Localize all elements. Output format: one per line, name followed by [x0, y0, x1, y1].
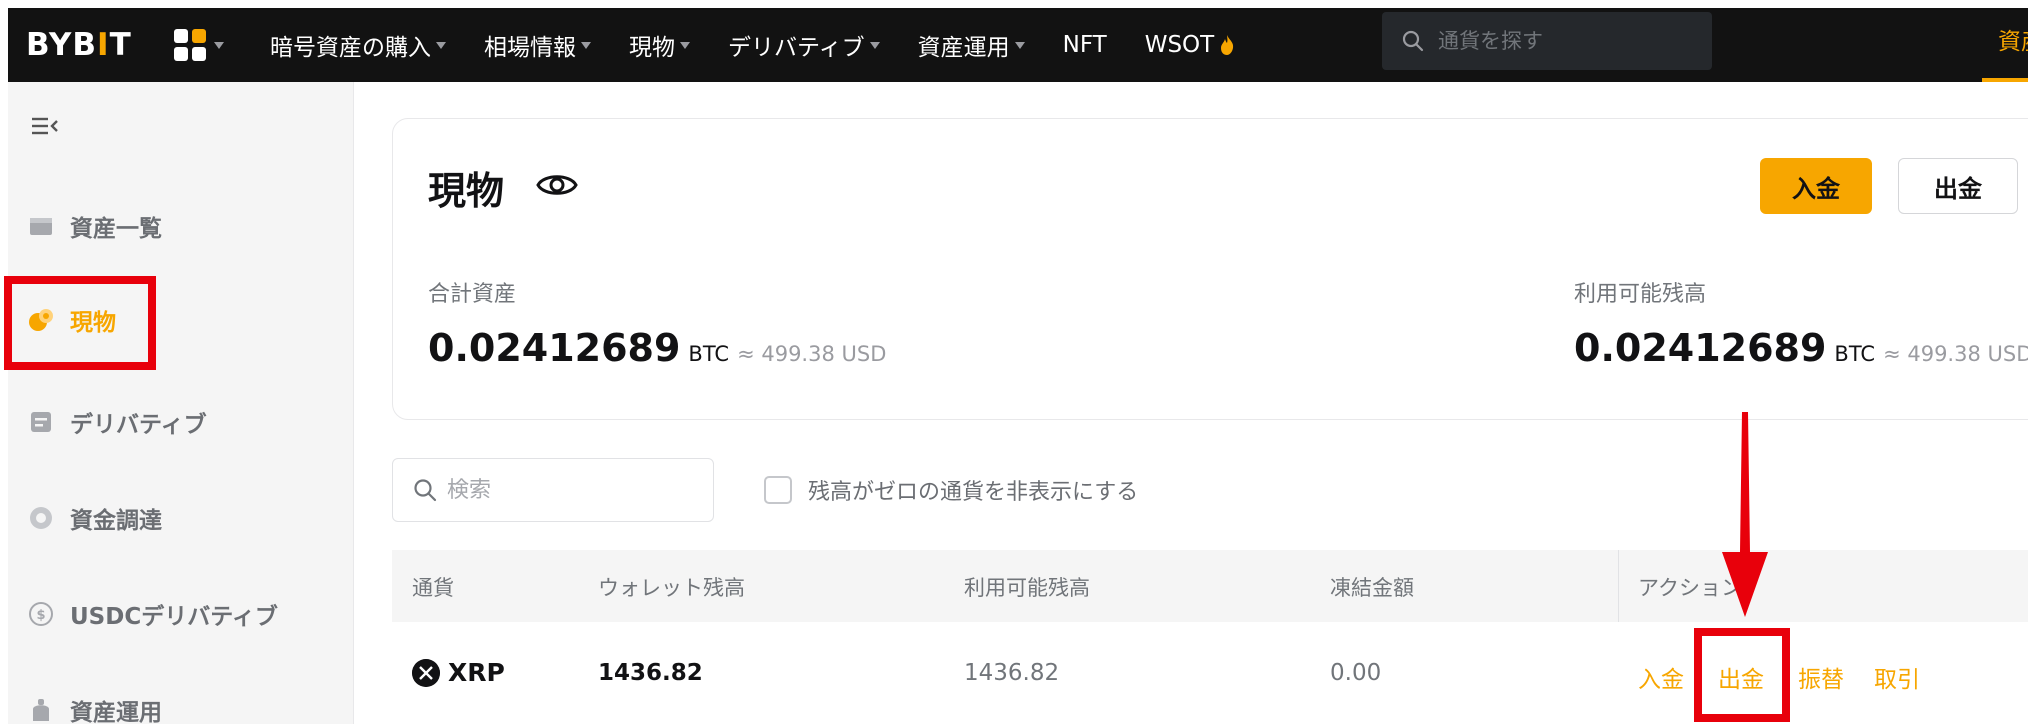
apps-grid-icon [174, 29, 206, 61]
active-tab-underline [1982, 78, 2028, 82]
column-header-available-balance: 利用可能残高 [964, 576, 1090, 600]
nav-item-buy-crypto[interactable]: 暗号資産の購入 [270, 28, 446, 62]
row-deposit-link[interactable]: 入金 [1638, 660, 1684, 694]
main-menu: 暗号資産の購入 相場情報 現物 デリバティブ 資産運用 NFT WSOT [270, 8, 1273, 82]
sidebar-item-usdc-derivatives[interactable]: $ USDCデリバティブ [28, 594, 278, 634]
available-balance-usd: ≈ 499.38 USD [1883, 342, 2028, 366]
chevron-down-icon [1014, 41, 1025, 49]
logo-text-suffix: T [109, 27, 132, 63]
total-assets-usd: ≈ 499.38 USD [737, 342, 887, 366]
page-title: 現物 [428, 169, 505, 213]
hide-zero-checkbox[interactable] [764, 476, 792, 504]
sidebar-item-earn[interactable]: 資産運用 [28, 690, 162, 724]
available-balance-label: 利用可能残高 [1574, 282, 1707, 307]
sidebar-item-label: 資産一覧 [70, 216, 162, 242]
hide-zero-balance-toggle[interactable]: 残高がゼロの通貨を非表示にする [764, 474, 1138, 506]
available-balance-amount: 0.02412689 [1574, 326, 1827, 370]
chevron-down-icon [214, 41, 224, 49]
hide-zero-label: 残高がゼロの通貨を非表示にする [808, 480, 1139, 505]
logo-text-prefix: BYB [26, 27, 98, 63]
sidebar-item-label: 資金調達 [70, 508, 162, 534]
sidebar-item-derivatives[interactable]: デリバティブ [28, 402, 207, 442]
nav-item-label: 相場情報 [484, 35, 576, 61]
total-assets-unit: BTC [688, 342, 730, 366]
highlight-box-withdraw [1694, 628, 1790, 722]
asset-search-box[interactable] [392, 458, 714, 522]
coin-cell: XRP [412, 658, 505, 687]
nav-item-label: 暗号資産の購入 [270, 35, 431, 61]
available-balance-unit: BTC [1834, 342, 1876, 366]
nav-item-assets[interactable]: 資産 [1998, 22, 2028, 56]
chevron-down-icon [680, 41, 690, 49]
sidebar-item-label: デリバティブ [70, 412, 207, 438]
asset-search-input[interactable] [447, 477, 697, 503]
row-trade-link[interactable]: 取引 [1874, 660, 1920, 694]
wallet-icon [30, 218, 52, 235]
highlight-box-spot [4, 276, 156, 370]
earn-icon [33, 699, 49, 721]
column-header-frozen: 凍結金額 [1330, 576, 1414, 600]
sidebar-item-asset-overview[interactable]: 資産一覧 [28, 206, 162, 246]
deposit-button[interactable]: 入金 [1760, 158, 1872, 214]
nav-item-markets[interactable]: 相場情報 [484, 28, 591, 62]
top-navigation-bar: BYBIT 暗号資産の購入 相場情報 現物 デリバティブ 資産運用 NFT [8, 8, 2028, 82]
coin-name: XRP [448, 658, 505, 687]
total-assets-label: 合計資産 [428, 282, 517, 307]
nav-item-label: 資産運用 [917, 35, 1010, 61]
nav-item-derivatives[interactable]: デリバティブ [728, 28, 880, 62]
chevron-down-icon [869, 41, 880, 49]
column-header-wallet-balance: ウォレット残高 [598, 576, 745, 600]
available-balance-cell: 1436.82 [964, 660, 1060, 686]
search-icon [1402, 30, 1424, 52]
sidebar-item-label: USDCデリバティブ [70, 604, 278, 630]
sidebar: 資産一覧 現物 デリバティブ 資金調達 $ USDCデリバティブ 資産運用 [8, 82, 354, 724]
flame-icon [1221, 35, 1234, 55]
chevron-down-icon [436, 41, 446, 49]
chevron-down-icon [581, 41, 591, 49]
frozen-amount-cell: 0.00 [1330, 660, 1382, 686]
table-header: 通貨 ウォレット残高 利用可能残高 凍結金額 アクション [392, 550, 2028, 622]
column-header-coin: 通貨 [412, 576, 454, 600]
sidebar-item-label: 資産運用 [70, 700, 162, 724]
nav-item-wsot[interactable]: WSOT [1145, 32, 1236, 58]
nav-item-label: WSOT [1144, 32, 1215, 58]
funding-icon [30, 507, 52, 529]
coin-search-input[interactable] [1438, 29, 1688, 53]
nav-item-nft[interactable]: NFT [1063, 32, 1107, 58]
usdc-icon: $ [29, 602, 53, 626]
coin-search-box[interactable] [1382, 12, 1712, 70]
eye-icon[interactable] [536, 168, 578, 202]
nav-item-label: デリバティブ [728, 35, 865, 61]
row-transfer-link[interactable]: 振替 [1798, 660, 1844, 694]
svg-text:$: $ [36, 608, 45, 623]
xrp-coin-icon [412, 658, 440, 687]
available-balance-value: 0.02412689 BTC ≈ 499.38 USD [1574, 326, 2028, 370]
search-icon [414, 479, 437, 502]
nav-item-earn[interactable]: 資産運用 [918, 28, 1025, 62]
nav-item-spot[interactable]: 現物 [629, 28, 690, 62]
column-divider [1618, 550, 1619, 622]
derivatives-icon [31, 412, 51, 432]
apps-menu-button[interactable] [174, 28, 236, 62]
collapse-sidebar-icon[interactable] [30, 114, 60, 138]
bybit-logo[interactable]: BYB I T [26, 26, 132, 64]
sidebar-item-funding[interactable]: 資金調達 [28, 498, 162, 538]
withdraw-button[interactable]: 出金 [1898, 158, 2018, 214]
wallet-balance-cell: 1436.82 [598, 660, 703, 686]
total-assets-amount: 0.02412689 [428, 326, 681, 370]
red-arrow-annotation [1722, 412, 1768, 617]
nav-item-label: NFT [1062, 32, 1107, 58]
logo-text-i: I [97, 27, 110, 63]
nav-item-label: 現物 [629, 35, 675, 61]
total-assets-value: 0.02412689 BTC ≈ 499.38 USD [428, 326, 886, 370]
